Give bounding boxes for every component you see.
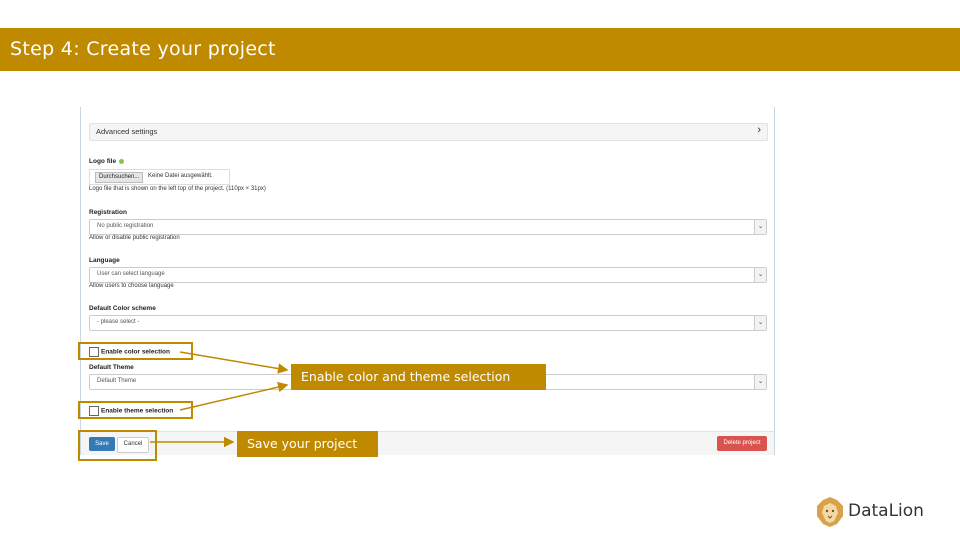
callout-save-project: Save your project [237, 431, 378, 457]
lion-icon [817, 497, 843, 527]
callout-color-theme: Enable color and theme selection [291, 364, 546, 390]
brand-name: DataLion [848, 501, 924, 521]
callout-arrows [150, 351, 289, 448]
